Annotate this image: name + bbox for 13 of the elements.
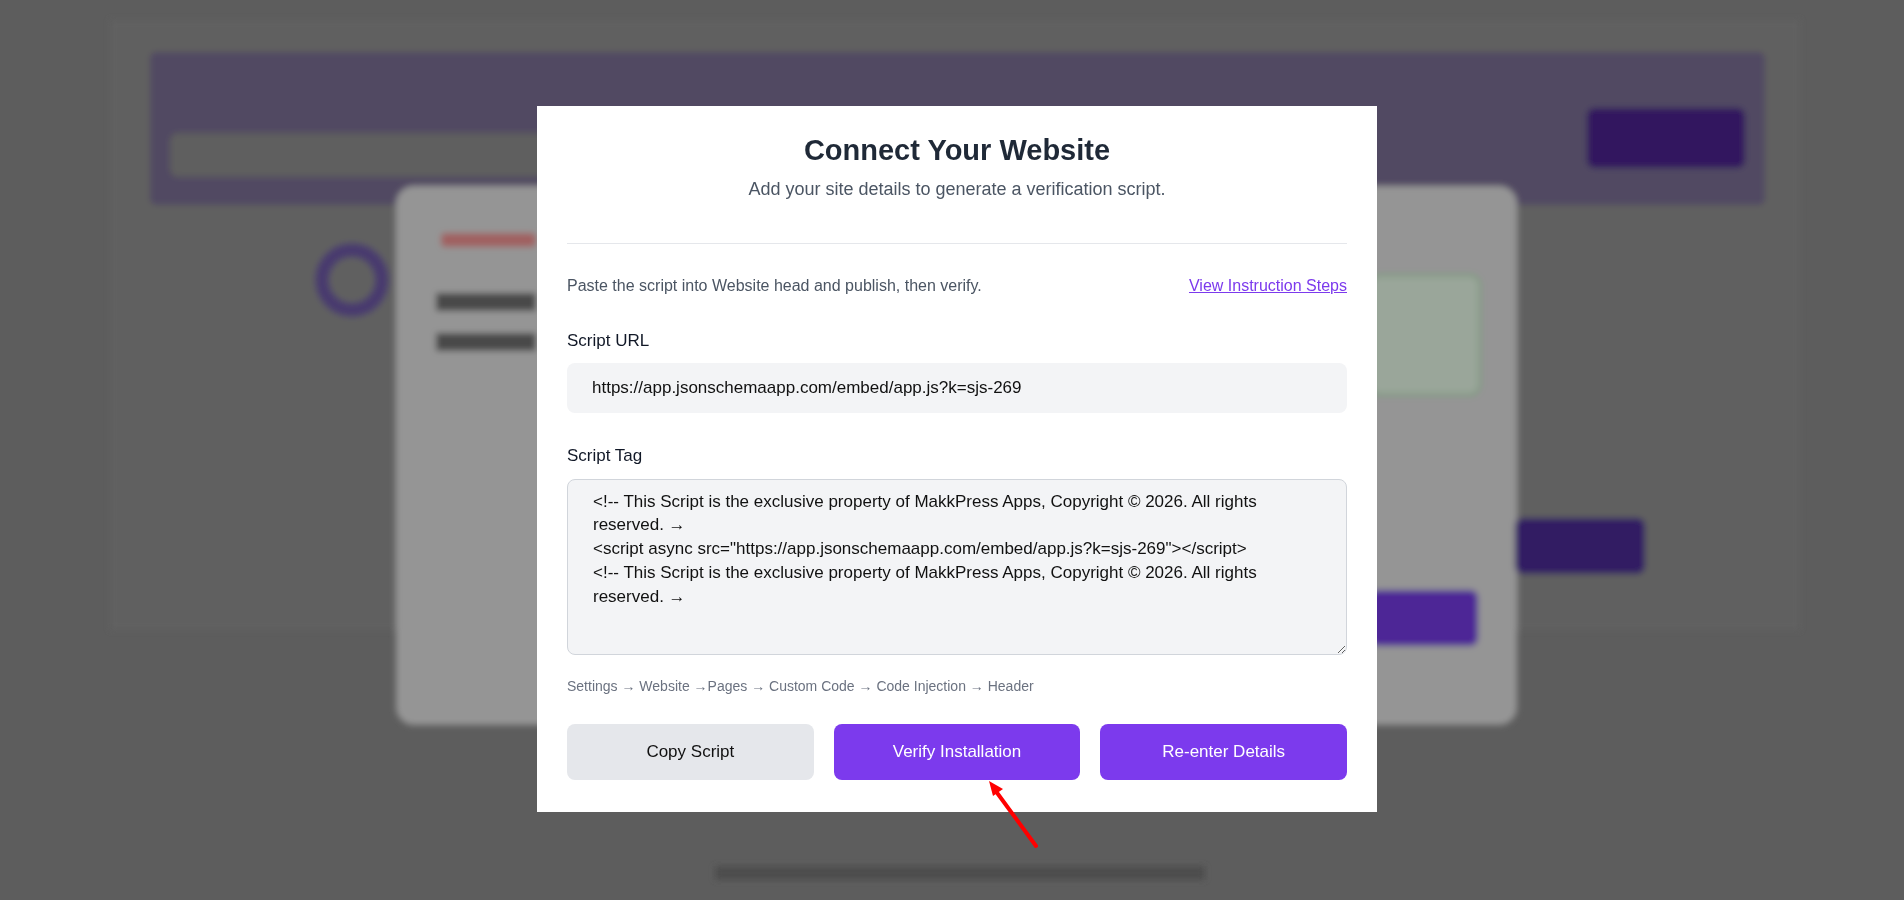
script-field[interactable]: <!-- This Script is the exclusive property of MakkPress Apps, Copyright © 2026. All rights reserved. → <script async src="https://app.jsonschemaapp.com/embed/app.js?k=sjs-269"></script> <!-- This Script is the exclusive property of MakkPress Apps, Copyright © 2026. All rights reserved. →	[567, 478, 1347, 655]
field-label: Script Tag	[567, 445, 643, 468]
action-button[interactable]: Copy Script	[567, 723, 814, 780]
path-hint: Settings → Website →Pages → Custom Code → Code Injection → Header	[567, 676, 1034, 696]
action-button[interactable]: Verify Installation	[833, 723, 1081, 780]
action-button[interactable]: Re-enter Details	[1100, 723, 1347, 780]
instruction-text: Paste the script into Website head and publish, then verify.	[567, 275, 982, 296]
dialog-subtitle: Add your site details to generate a verification script.	[747, 177, 1167, 201]
field-label: Script URL	[567, 329, 650, 352]
dialog-title: Connect Your Website	[802, 133, 1112, 168]
annotation-arrow	[989, 781, 1038, 848]
url-field[interactable]: https://app.jsonschemaapp.com/embed/app.js?k=sjs-269	[567, 363, 1347, 414]
instruction-link[interactable]: View Instruction Steps	[1189, 273, 1347, 298]
